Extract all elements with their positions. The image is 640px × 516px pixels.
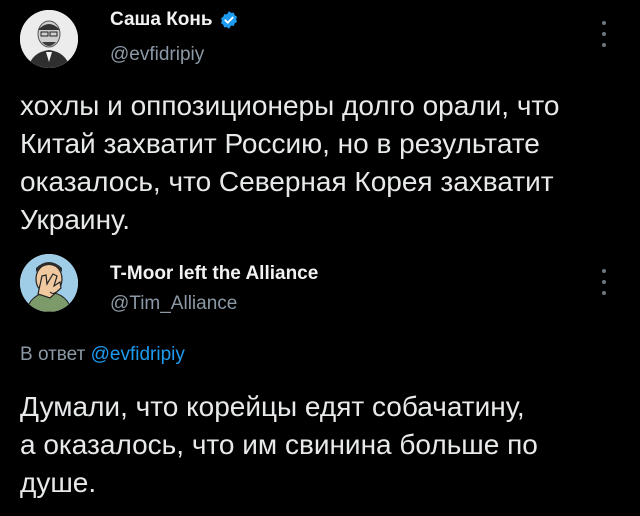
reply-to-handle-link[interactable]: @evfidripiy <box>91 344 185 365</box>
reply-text-line: а оказалось, что им свинина больше по <box>20 429 538 460</box>
tweet-text-line: Китай захватит Россию, но в результате <box>20 128 540 159</box>
author-name-row[interactable]: Саша Конь <box>110 9 239 31</box>
reply-tweet: T-Moor left the Alliance @Tim_Alliance В… <box>0 245 640 516</box>
tweet-text-line: хохлы и оппозиционеры долго орали, что <box>20 90 560 121</box>
reply-context: В ответ @evfidripiy <box>20 344 185 366</box>
reply-text: Думали, что корейцы едят собачатину, а о… <box>20 388 538 502</box>
reply-text-line: Думали, что корейцы едят собачатину, <box>20 391 525 422</box>
tweet-text-line: оказалось, что Северная Корея захватит <box>20 166 554 197</box>
reply-text-line: душе. <box>20 467 97 498</box>
verified-badge-icon <box>220 11 237 29</box>
reply-author-avatar[interactable] <box>20 254 78 312</box>
reply-author-name-row[interactable]: T-Moor left the Alliance <box>110 263 318 285</box>
more-options-icon[interactable] <box>601 21 607 47</box>
author-avatar[interactable] <box>20 10 78 68</box>
tweet: Саша Конь @evfidripiy хохлы и оппозицион… <box>0 0 640 245</box>
reply-author-handle[interactable]: @Tim_Alliance <box>110 293 237 315</box>
author-handle[interactable]: @evfidripiy <box>110 44 204 66</box>
reply-author-name[interactable]: T-Moor left the Alliance <box>110 263 318 285</box>
more-options-icon[interactable] <box>601 269 607 295</box>
reply-prefix: В ответ <box>20 344 86 365</box>
tweet-text: хохлы и оппозиционеры долго орали, что К… <box>20 87 560 239</box>
tweet-text-line: Украину. <box>20 204 131 235</box>
author-name[interactable]: Саша Конь <box>110 9 213 31</box>
